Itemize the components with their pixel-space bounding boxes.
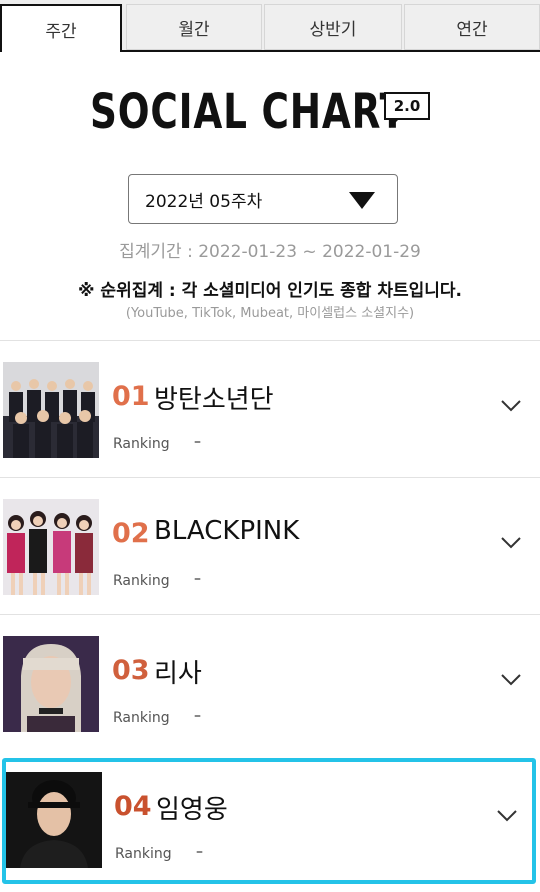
artist-name: 임영웅 (156, 795, 228, 825)
tab-half-year[interactable]: 상반기 (264, 4, 402, 50)
version-badge: 2.0 (384, 92, 430, 120)
artist-name: 리사 (154, 659, 202, 689)
triangle-down-icon (349, 192, 375, 209)
sources-text: (YouTube, TikTok, Mubeat, 마이셀럽스 소셜지수) (125, 306, 415, 321)
rank-number: 01 (112, 381, 150, 412)
page-title: SOCIAL CHART (90, 84, 406, 140)
tab-label: 월간 (178, 19, 210, 40)
list-item[interactable]: 03 리사 Ranking – (0, 614, 540, 748)
tabs-underline (120, 50, 540, 52)
list-item[interactable]: 02 BLACKPINK Ranking – (0, 477, 540, 611)
artist-name: BLACKPINK (154, 516, 300, 546)
rank-number: 02 (112, 518, 150, 549)
tab-label: 연간 (456, 19, 488, 40)
tab-label: 상반기 (309, 19, 357, 40)
ranking-value: – (196, 844, 203, 860)
chevron-down-icon[interactable] (500, 536, 522, 550)
ranking-label: Ranking (113, 710, 170, 726)
tab-label: 주간 (45, 21, 77, 42)
period-text: 집계기간 : 2022-01-23 ~ 2022-01-29 (119, 242, 421, 262)
artist-photo (3, 362, 99, 458)
ranking-value: – (194, 571, 201, 587)
list-item[interactable]: 04 임영웅 Ranking – (2, 758, 536, 884)
list-item[interactable]: 01 방탄소년단 Ranking – (0, 340, 540, 474)
chevron-down-icon[interactable] (496, 809, 518, 823)
tab-yearly[interactable]: 연간 (404, 4, 540, 50)
artist-photo (3, 499, 99, 595)
ranking-label: Ranking (113, 573, 170, 589)
ranking-label: Ranking (115, 846, 172, 862)
ranking-value: – (194, 708, 201, 724)
chevron-down-icon[interactable] (500, 673, 522, 687)
tab-monthly[interactable]: 월간 (126, 4, 262, 50)
week-select[interactable]: 2022년 05주차 (128, 174, 398, 224)
artist-photo (6, 772, 102, 868)
rank-number: 03 (112, 655, 150, 686)
artist-photo (3, 636, 99, 732)
period-tabs: 주간 월간 상반기 연간 (0, 0, 540, 52)
ranking-value: – (194, 434, 201, 450)
speech-bubble-tail-icon (390, 118, 400, 128)
chart-header: SOCIAL CHART 2.0 (0, 80, 540, 150)
ranking-label: Ranking (113, 436, 170, 452)
week-select-value: 2022년 05주차 (145, 191, 263, 212)
chevron-down-icon[interactable] (500, 399, 522, 413)
artist-name: 방탄소년단 (154, 385, 274, 415)
notice-text: ※ 순위집계 : 각 소셜미디어 인기도 종합 차트입니다. (77, 281, 462, 301)
rank-number: 04 (114, 791, 152, 822)
tab-weekly[interactable]: 주간 (0, 4, 122, 52)
